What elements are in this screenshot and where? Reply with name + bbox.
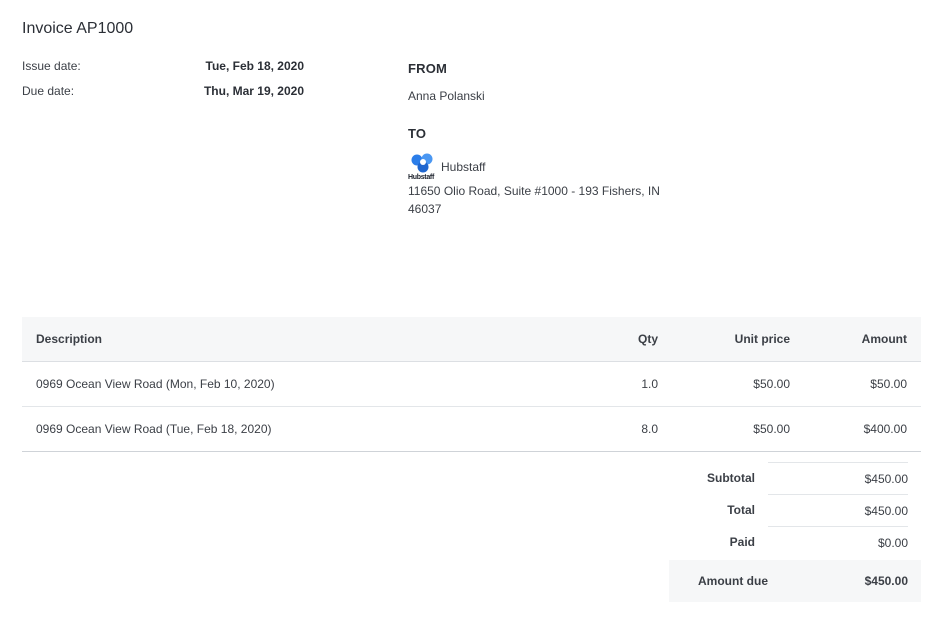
subtotal-label: Subtotal: [707, 471, 755, 485]
row-unit-price: $50.00: [753, 377, 790, 391]
issue-date-label: Issue date:: [22, 59, 81, 73]
table-row: 0969 Ocean View Road (Mon, Feb 10, 2020)…: [22, 362, 921, 407]
amount-due-row: Amount due $450.00: [669, 560, 921, 602]
logo-caption: Hubstaff: [408, 174, 434, 181]
amount-due-label: Amount due: [698, 574, 768, 588]
subtotal-row: Subtotal $450.00: [669, 462, 921, 494]
due-date-row: Due date: Thu, Mar 19, 2020: [22, 84, 304, 98]
row-amount: $50.00: [870, 377, 907, 391]
due-date-value: Thu, Mar 19, 2020: [203, 84, 304, 98]
row-description: 0969 Ocean View Road (Tue, Feb 18, 2020): [36, 422, 272, 436]
issue-date-value: Tue, Feb 18, 2020: [205, 59, 305, 73]
total-label: Total: [727, 503, 755, 517]
row-qty: 8.0: [641, 422, 658, 436]
due-date-label: Due date:: [22, 84, 75, 98]
invoice-title: Invoice AP1000: [22, 20, 134, 37]
totals-block: Subtotal $450.00 Total $450.00 Paid $0.0…: [669, 462, 921, 602]
issue-date-row: Issue date: Tue, Feb 18, 2020: [22, 59, 304, 73]
amount-due-value: $450.00: [864, 574, 908, 588]
from-name: Anna Polanski: [408, 89, 485, 103]
row-unit-price: $50.00: [753, 422, 790, 436]
col-unit-price: Unit price: [734, 332, 790, 346]
table-header: Description Qty Unit price Amount: [22, 317, 921, 362]
table-row: 0969 Ocean View Road (Tue, Feb 18, 2020)…: [22, 407, 921, 452]
hubstaff-logo-icon: Hubstaff: [408, 152, 438, 182]
subtotal-value: $450.00: [768, 462, 908, 494]
paid-value: $0.00: [768, 526, 908, 558]
row-description: 0969 Ocean View Road (Mon, Feb 10, 2020): [36, 377, 275, 391]
row-amount: $400.00: [863, 422, 907, 436]
total-value: $450.00: [768, 494, 908, 526]
paid-label: Paid: [729, 535, 755, 549]
col-amount: Amount: [861, 332, 907, 346]
paid-row: Paid $0.00: [669, 526, 921, 558]
total-row: Total $450.00: [669, 494, 921, 526]
col-qty: Qty: [637, 332, 658, 346]
company-address: 11650 Olio Road, Suite #1000 - 193 Fishe…: [408, 184, 660, 216]
invoice-items-table: Description Qty Unit price Amount 0969 O…: [22, 317, 921, 452]
to-heading: TO: [408, 126, 427, 141]
company-block: Hubstaff Hubstaff: [408, 152, 485, 182]
row-qty: 1.0: [641, 377, 658, 391]
from-heading: FROM: [408, 61, 448, 76]
company-name: Hubstaff: [441, 160, 486, 174]
col-description: Description: [36, 332, 103, 346]
